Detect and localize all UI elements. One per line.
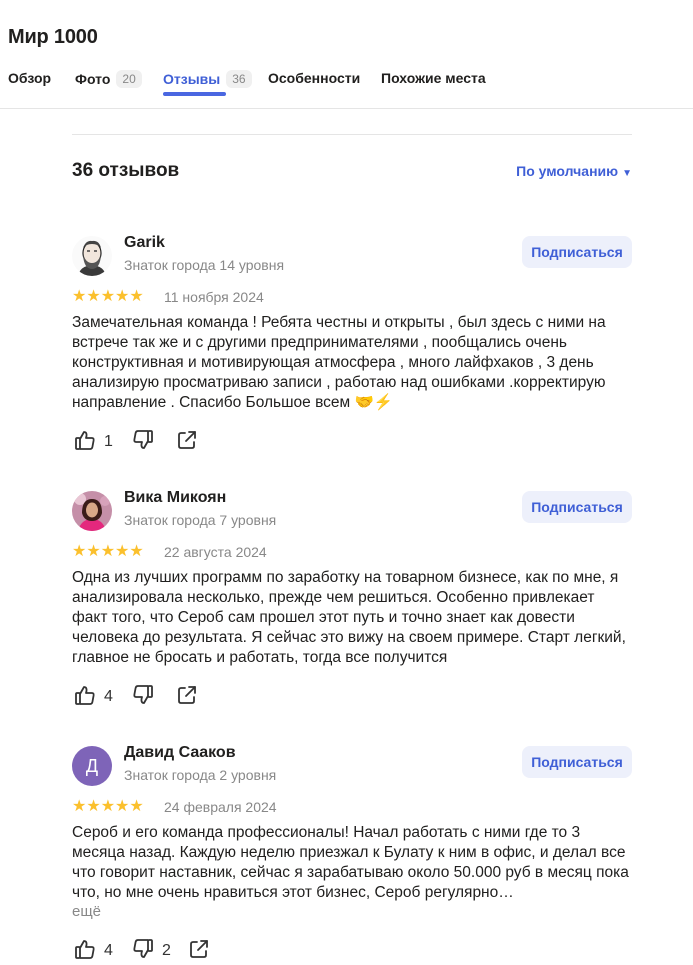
share-button[interactable]: [176, 684, 198, 711]
avatar-letter[interactable]: Д: [72, 746, 112, 786]
share-button[interactable]: [188, 938, 210, 965]
star-icon: ★: [86, 543, 101, 560]
author-level: Знаток города 2 уровня: [124, 767, 277, 783]
tab-overview[interactable]: Обзор: [8, 70, 51, 98]
star-icon: ★: [129, 288, 144, 305]
like-count: 1: [104, 433, 113, 450]
review-date: 11 ноября 2024: [164, 289, 264, 305]
review-text: Сероб и его команда профессионалы! Начал…: [72, 824, 629, 901]
tab-label: Особенности: [268, 70, 361, 86]
tab-count-badge: 20: [116, 70, 142, 88]
star-icon: ★: [86, 288, 101, 305]
review-actions: 4: [72, 684, 232, 711]
sort-dropdown[interactable]: По умолчанию ▼: [516, 163, 632, 179]
review-actions: 1: [72, 429, 232, 456]
like-count: 4: [104, 688, 113, 705]
tab-similar-places[interactable]: Похожие места: [381, 70, 486, 98]
thumbs-down-icon: [132, 938, 154, 965]
star-icon: ★: [115, 543, 130, 560]
rating-stars: ★★★★★: [72, 288, 144, 305]
subscribe-button[interactable]: Подписаться: [522, 746, 632, 778]
tab-label: Похожие места: [381, 70, 486, 86]
star-icon: ★: [86, 798, 101, 815]
woman-photo-avatar[interactable]: [72, 491, 112, 531]
subscribe-button[interactable]: Подписаться: [522, 491, 632, 523]
tab-features[interactable]: Особенности: [268, 70, 360, 98]
thumbs-up-icon: [74, 938, 96, 965]
caret-down-icon: ▼: [622, 168, 632, 179]
reviews-count-title: 36 отзывов: [72, 160, 180, 181]
tab-label: Фото: [75, 71, 111, 87]
share-icon: [176, 684, 198, 711]
tab-label: Обзор: [8, 70, 52, 86]
review-date: 22 августа 2024: [164, 544, 267, 560]
dislike-button[interactable]: [132, 684, 154, 711]
star-icon: ★: [115, 288, 130, 305]
author-name[interactable]: Давид Сааков: [124, 744, 236, 762]
review-card: Garik Знаток города 14 уровня Подписатьс…: [72, 234, 632, 456]
dislike-button[interactable]: 2: [132, 938, 171, 965]
author-name[interactable]: Вика Микоян: [124, 489, 226, 507]
rating-stars: ★★★★★: [72, 543, 144, 560]
star-icon: ★: [129, 543, 144, 560]
active-tab-indicator: [163, 92, 226, 96]
author-name[interactable]: Garik: [124, 234, 165, 252]
star-icon: ★: [72, 288, 87, 305]
subscribe-button[interactable]: Подписаться: [522, 236, 632, 268]
author-level: Знаток города 7 уровня: [124, 512, 277, 528]
tab-label: Отзывы: [163, 71, 221, 87]
star-icon: ★: [115, 798, 130, 815]
star-icon: ★: [100, 288, 116, 305]
tab-photos[interactable]: Фото 20: [75, 70, 142, 98]
share-button[interactable]: [176, 429, 198, 456]
review-text: Одна из лучших программ по заработку на …: [72, 569, 626, 666]
like-button[interactable]: 4: [74, 938, 113, 965]
section-divider: [72, 134, 632, 135]
place-title: Мир 1000: [8, 26, 98, 48]
author-level: Знаток города 14 уровня: [124, 257, 285, 273]
dislike-button[interactable]: [132, 429, 154, 456]
rating-stars: ★★★★★: [72, 798, 144, 815]
tab-reviews[interactable]: Отзывы 36: [163, 70, 252, 98]
review-actions: 4 2: [72, 938, 232, 965]
show-more-link[interactable]: ещё: [72, 903, 101, 920]
like-button[interactable]: 4: [74, 684, 113, 711]
review-card: Д Давид Сааков Знаток города 2 уровня По…: [72, 744, 632, 959]
share-icon: [176, 429, 198, 456]
sort-label: По умолчанию: [516, 163, 619, 179]
thumbs-up-icon: [74, 429, 96, 456]
bearded-man-avatar[interactable]: [72, 236, 112, 276]
review-date: 24 февраля 2024: [164, 799, 277, 815]
review-text: Замечательная команда ! Ребята честны и …: [72, 314, 606, 411]
like-button[interactable]: 1: [74, 429, 113, 456]
thumbs-up-icon: [74, 684, 96, 711]
avatar-initial: Д: [85, 755, 99, 776]
star-icon: ★: [100, 543, 116, 560]
star-icon: ★: [100, 798, 116, 815]
tab-count-badge: 36: [226, 70, 252, 88]
star-icon: ★: [72, 543, 87, 560]
star-icon: ★: [129, 798, 144, 815]
place-header: Мир 1000 Обзор Фото 20 Отзывы 36 Особеннос…: [0, 0, 693, 109]
like-count: 4: [104, 942, 113, 959]
share-icon: [188, 938, 210, 965]
star-icon: ★: [72, 798, 87, 815]
thumbs-down-icon: [132, 429, 154, 456]
thumbs-down-icon: [132, 684, 154, 711]
review-card: Вика Микоян Знаток города 7 уровня Подпи…: [72, 489, 632, 711]
dislike-count: 2: [162, 942, 171, 959]
